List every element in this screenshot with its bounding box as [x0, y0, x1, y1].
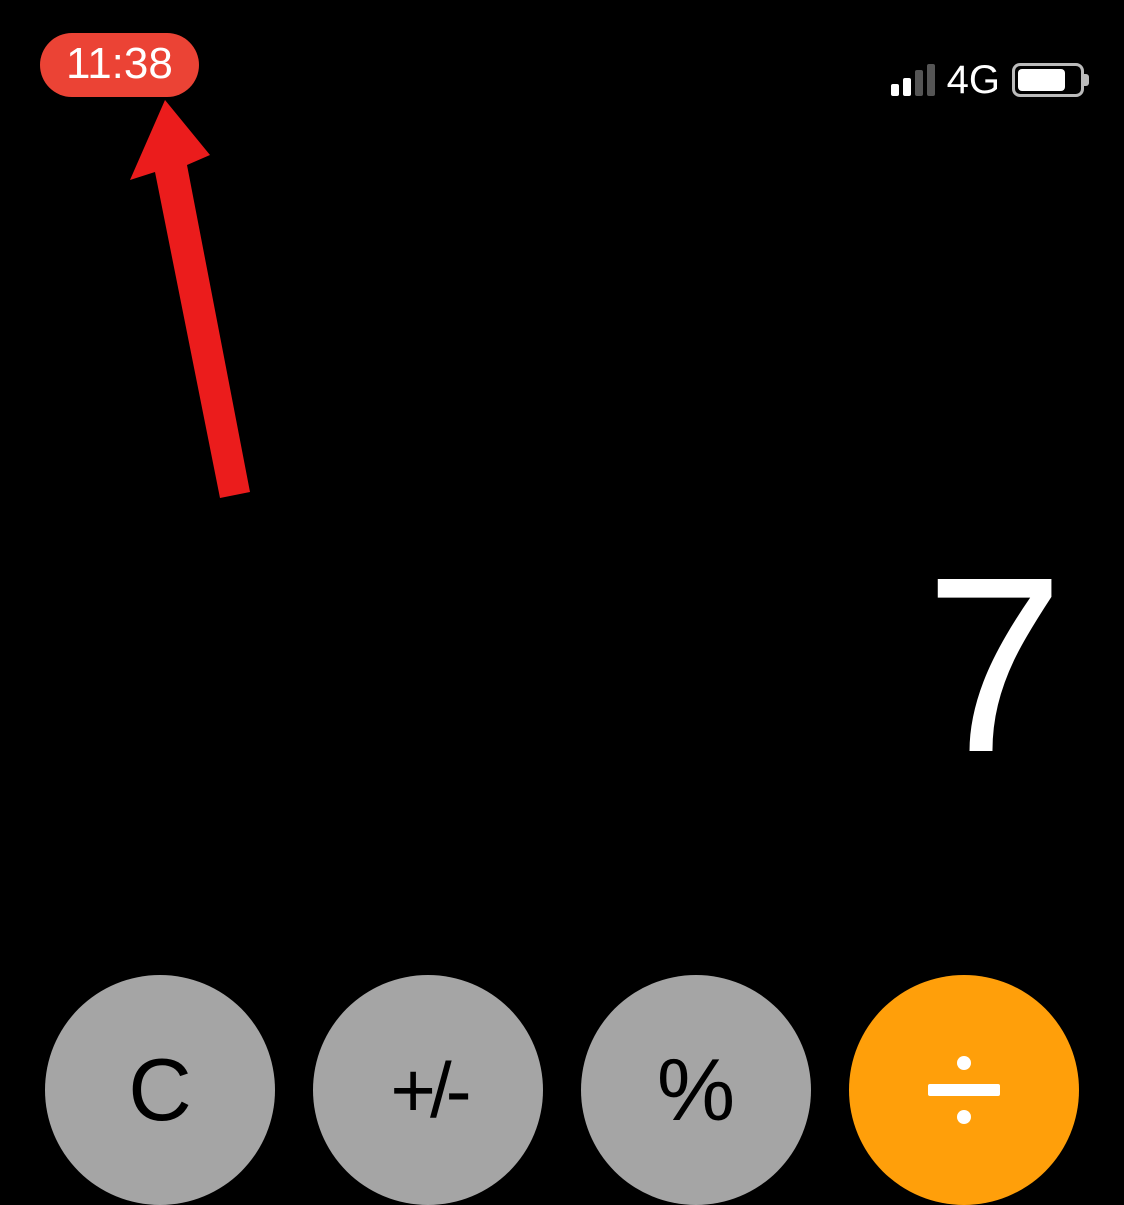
- status-right-group: 4G: [891, 58, 1084, 103]
- time-recording-pill[interactable]: 11:38: [40, 33, 199, 97]
- divide-button[interactable]: [849, 975, 1079, 1205]
- clear-button[interactable]: C: [45, 975, 275, 1205]
- annotation-arrow-icon: [125, 100, 285, 500]
- plus-minus-label: +/-: [390, 1045, 465, 1136]
- plus-minus-button[interactable]: +/-: [313, 975, 543, 1205]
- battery-icon: [1012, 63, 1084, 97]
- cellular-signal-icon: [891, 64, 935, 96]
- divide-icon: [928, 1056, 1000, 1124]
- percent-button[interactable]: %: [581, 975, 811, 1205]
- calculator-display: 7: [925, 540, 1064, 790]
- network-type-label: 4G: [947, 58, 1000, 103]
- battery-fill: [1018, 69, 1065, 91]
- calculator-button-row: C +/- %: [0, 935, 1124, 1165]
- status-bar: 11:38 4G: [0, 30, 1124, 100]
